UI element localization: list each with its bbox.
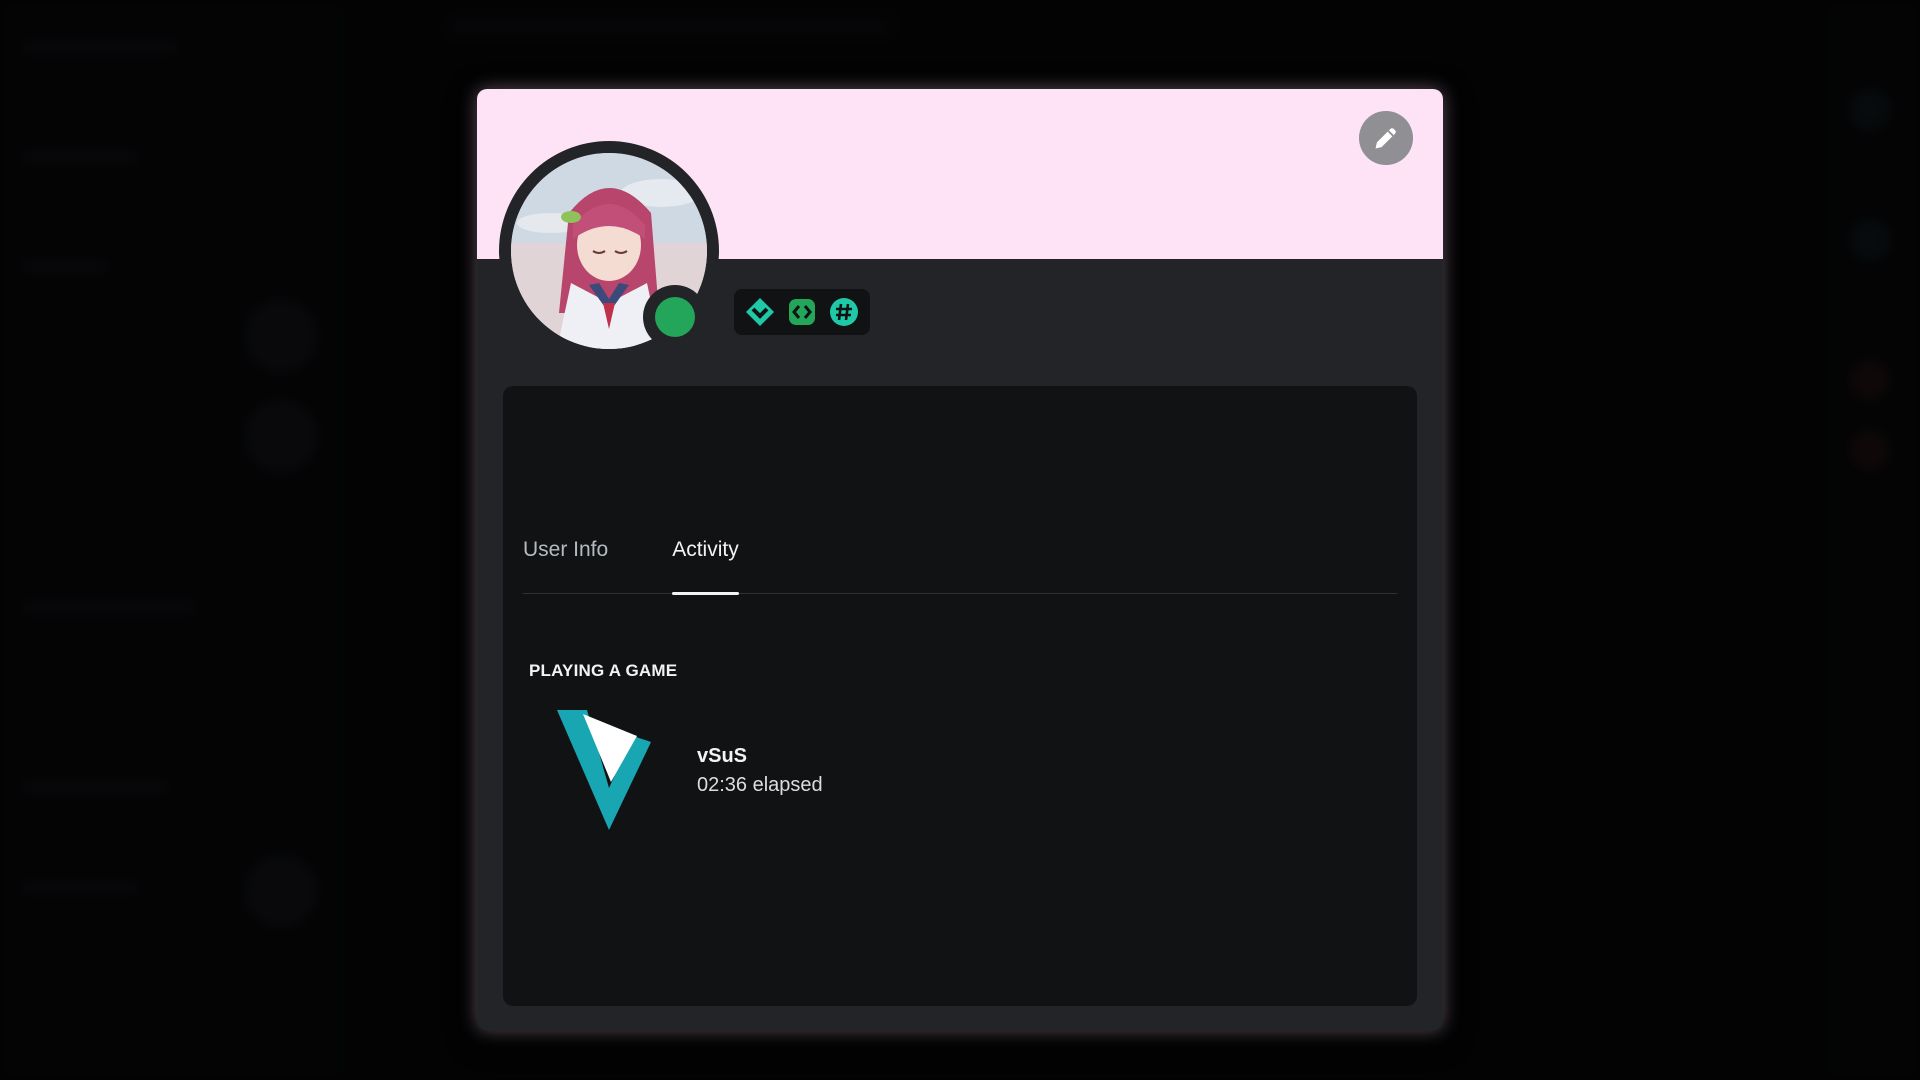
hashtag-icon	[830, 298, 858, 326]
activity-section-title: PLAYING A GAME	[529, 661, 678, 680]
tab-user-info[interactable]: User Info	[523, 536, 608, 594]
game-details: vSuS 02:36 elapsed	[697, 745, 823, 797]
game-name: vSuS	[697, 745, 748, 767]
profile-panel: User Info Activity PLAYING A GAME vSuS 0…	[503, 386, 1417, 1006]
hypesquad-balance-badge[interactable]	[744, 296, 776, 328]
vsus-logo-icon	[557, 710, 651, 830]
edit-profile-button[interactable]	[1359, 111, 1413, 165]
active-developer-icon	[789, 299, 815, 325]
hashtag-badge[interactable]	[828, 296, 860, 328]
status-indicator	[643, 285, 707, 349]
tab-activity[interactable]: Activity	[672, 536, 739, 595]
badge-list	[734, 289, 870, 335]
pencil-icon	[1375, 128, 1396, 149]
hypesquad-balance-icon	[746, 298, 774, 326]
user-profile-modal: User Info Activity PLAYING A GAME vSuS 0…	[477, 89, 1443, 1030]
profile-tabs: User Info Activity	[523, 536, 1397, 595]
game-elapsed-time: 02:36 elapsed	[697, 774, 823, 796]
active-developer-badge[interactable]	[786, 296, 818, 328]
game-activity: vSuS 02:36 elapsed	[553, 706, 823, 836]
online-status-dot	[655, 297, 695, 337]
